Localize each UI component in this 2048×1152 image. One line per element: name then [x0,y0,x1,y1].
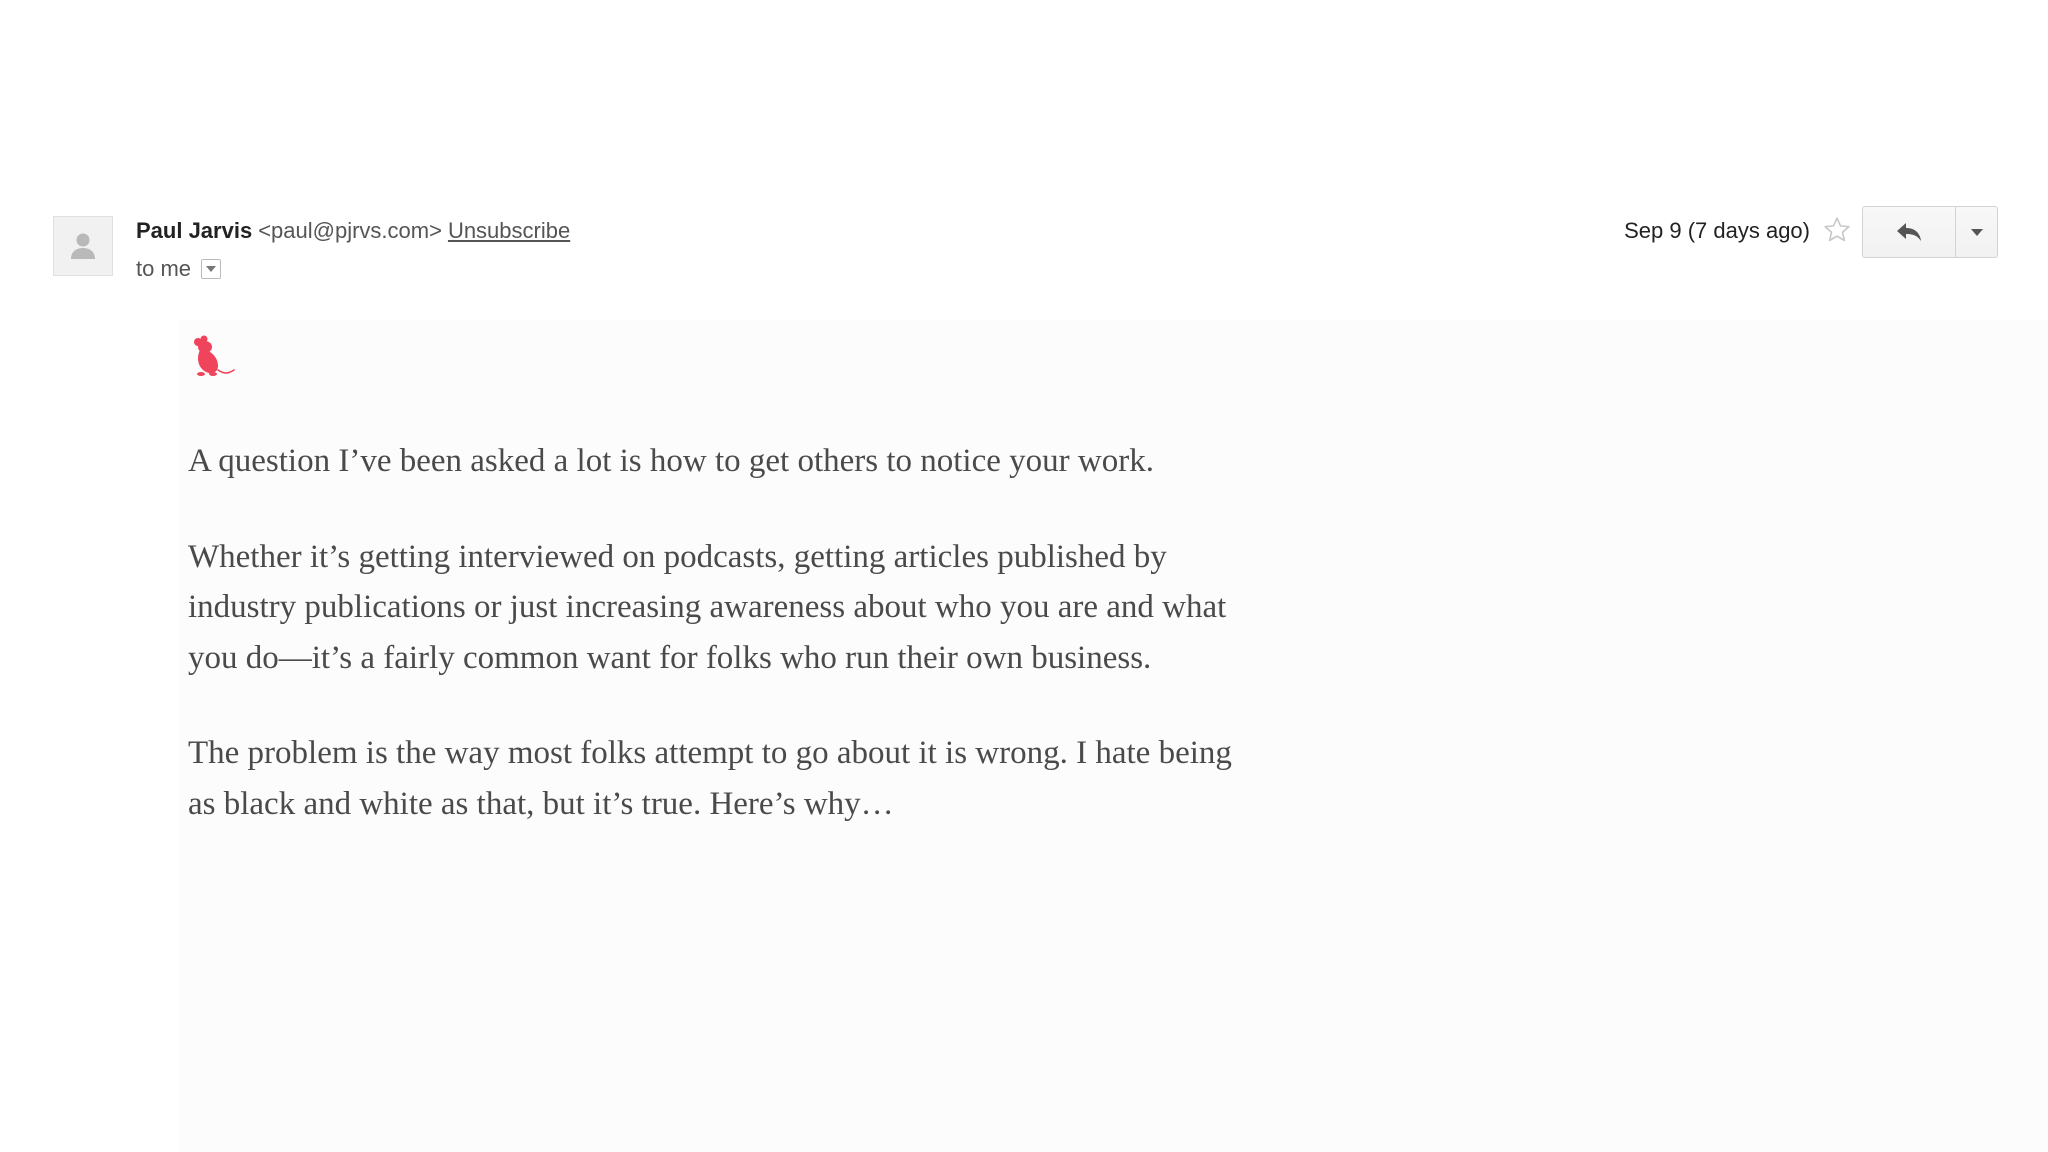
star-icon [1824,217,1850,242]
email-header: Paul Jarvis <paul@pjrvs.com> Unsubscribe t… [0,0,2048,300]
caret-down-icon [1970,228,1983,236]
star-button[interactable] [1821,214,1853,246]
reply-button[interactable] [1862,206,1956,258]
mouse-logo [188,334,236,382]
chevron-down-icon [206,266,217,272]
sender-name[interactable]: Paul Jarvis [136,218,252,243]
more-actions-button[interactable] [1956,206,1998,258]
unsubscribe-link[interactable]: Unsubscribe [448,218,570,243]
sender-email: <paul@pjrvs.com> [258,218,442,243]
body-paragraph-3: The problem is the way most folks attemp… [188,735,1232,822]
recipient-label: to me [136,256,192,281]
body-paragraph-2: Whether it’s getting interviewed on podc… [188,538,1227,676]
email-content: A question I’ve been asked a lot is how … [188,436,1248,874]
recipient-details-toggle[interactable] [201,259,222,279]
email-date: Sep 9 (7 days ago) [1624,218,1810,243]
person-icon [71,233,95,259]
recipient-line: to me [136,254,222,284]
body-paragraph-1: A question I’ve been asked a lot is how … [188,443,1154,479]
reply-button-group [1862,206,1998,258]
sender-line: Paul Jarvis <paul@pjrvs.com> Unsubscribe [136,216,570,246]
sender-avatar [53,216,113,276]
reply-icon [1897,223,1921,241]
